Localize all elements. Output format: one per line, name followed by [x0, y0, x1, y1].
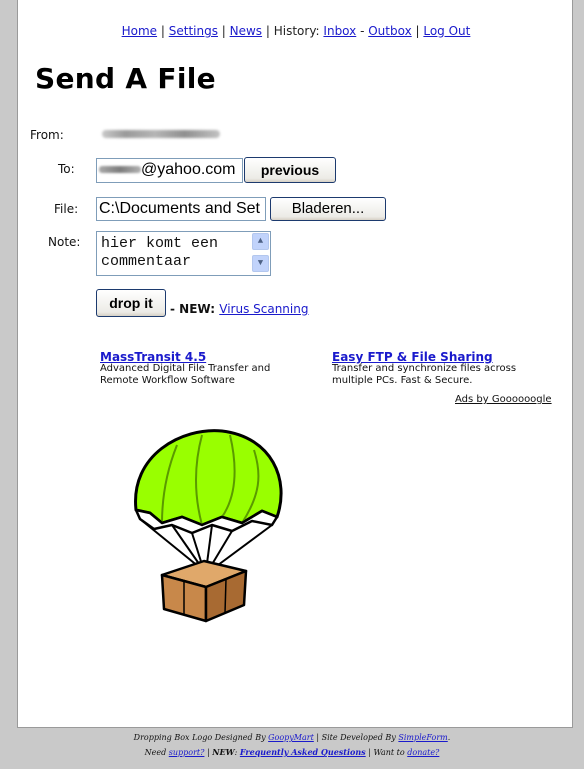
chevron-down-icon[interactable]: ▼ [252, 255, 269, 272]
footer-new-label: NEW [212, 747, 235, 757]
nav-logout-link[interactable]: Log Out [423, 24, 470, 38]
to-input[interactable]: @yahoo.com [96, 158, 243, 183]
file-label: File: [54, 202, 79, 216]
note-label: Note: [48, 235, 81, 249]
drop-it-button[interactable]: drop it [96, 289, 166, 317]
virus-scanning-link[interactable]: Virus Scanning [219, 302, 308, 316]
ad-item: Easy FTP & File Sharing Transfer and syn… [332, 351, 516, 387]
to-label: To: [58, 162, 75, 176]
ad-text: Remote Workflow Software [100, 375, 235, 386]
footer-links: Need support? | NEW: Frequently Asked Qu… [0, 745, 584, 760]
goopymart-link[interactable]: GoopyMart [268, 733, 314, 742]
ad-title-link[interactable]: MassTransit 4.5 [100, 351, 270, 363]
nav-news-link[interactable]: News [230, 24, 262, 38]
nav-separator: | [411, 24, 424, 38]
previous-button[interactable]: previous [244, 157, 336, 183]
nav-outbox-link[interactable]: Outbox [368, 24, 411, 38]
note-textarea[interactable]: hier komt een commentaar ▲ ▼ [96, 231, 271, 276]
nav-home-link[interactable]: Home [122, 24, 157, 38]
nav-separator: - [356, 24, 369, 38]
support-link[interactable]: support? [169, 748, 205, 757]
note-scrollbar[interactable]: ▲ ▼ [252, 233, 269, 274]
nav-inbox-link[interactable]: Inbox [323, 24, 356, 38]
new-feature-note: - NEW: Virus Scanning [170, 302, 308, 316]
parachute-box-icon [134, 429, 283, 623]
simpleform-link[interactable]: SimpleForm [398, 733, 447, 742]
from-label: From: [30, 128, 64, 142]
browse-button[interactable]: Bladeren... [270, 197, 386, 221]
footer: Dropping Box Logo Designed By GoopyMart … [0, 731, 584, 760]
footer-text: Need [144, 748, 169, 757]
new-prefix: - NEW: [170, 302, 220, 316]
note-text: hier komt een commentaar [101, 235, 219, 270]
nav-separator: | [157, 24, 169, 38]
footer-text: . [447, 733, 451, 742]
nav-settings-link[interactable]: Settings [169, 24, 218, 38]
footer-text: | Site Developed By [313, 733, 399, 742]
top-navigation: Home | Settings | News | History: Inbox … [18, 24, 574, 38]
ad-title-link[interactable]: Easy FTP & File Sharing [332, 351, 516, 363]
page-panel: Home | Settings | News | History: Inbox … [17, 0, 573, 728]
ad-text: Advanced Digital File Transfer and [100, 363, 271, 374]
file-input[interactable]: C:\Documents and Set [96, 197, 266, 221]
faq-link[interactable]: Frequently Asked Questions [240, 747, 366, 757]
footer-text: Dropping Box Logo Designed By [133, 733, 269, 742]
ad-item: MassTransit 4.5 Advanced Digital File Tr… [100, 351, 270, 387]
footer-credits: Dropping Box Logo Designed By GoopyMart … [0, 731, 584, 745]
to-input-value: @yahoo.com [141, 161, 236, 178]
nav-history-label: | History: [262, 24, 324, 38]
ad-text: Transfer and synchronize files across [332, 363, 517, 374]
ad-text: multiple PCs. Fast & Secure. [332, 375, 473, 386]
to-redacted [99, 166, 141, 174]
chevron-up-icon[interactable]: ▲ [252, 233, 269, 250]
page-title: Send A File [35, 62, 216, 95]
ads-by-google-link[interactable]: Ads by Goooooogle [455, 394, 552, 405]
nav-separator: | [217, 24, 230, 38]
from-value-redacted [102, 130, 220, 138]
footer-text: | Want to [365, 748, 408, 757]
donate-link[interactable]: donate? [407, 748, 439, 757]
